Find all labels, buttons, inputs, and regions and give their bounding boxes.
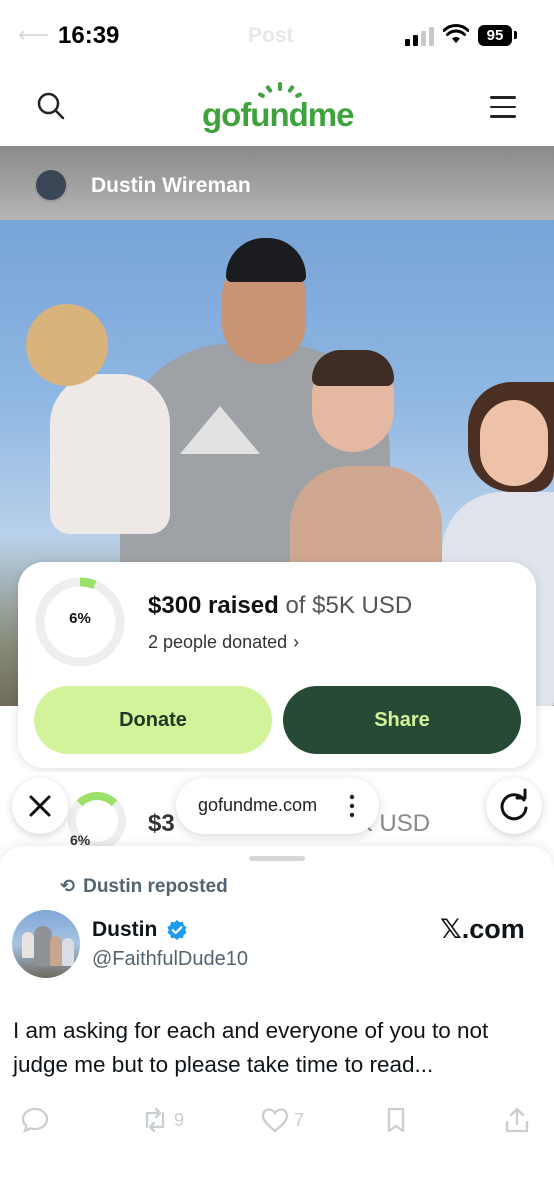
repost-label: ⟲ Dustin reposted	[60, 876, 228, 898]
like-count: 7	[294, 1109, 305, 1130]
organizer-bar[interactable]: Dustin Wireman	[0, 146, 554, 220]
retweet-button[interactable]: 9	[140, 1104, 184, 1136]
share-post-button[interactable]	[502, 1104, 532, 1136]
raised-goal: of $5K USD	[285, 592, 413, 619]
photo-figure	[50, 374, 170, 534]
like-icon	[261, 1108, 289, 1133]
photo-figure	[480, 400, 548, 486]
raised-summary: $300 raised of $5K USD	[148, 592, 412, 620]
raised-amount-ghost: $3	[148, 810, 175, 837]
donation-card: 6% $300 raised of $5K USD 2 people donat…	[18, 562, 536, 768]
retweet-icon	[145, 1107, 165, 1133]
battery-icon: 95	[478, 25, 512, 46]
x-post-sheet: ⟲ Dustin reposted Dustin @FaithfulDude10 …	[0, 846, 554, 1200]
search-icon[interactable]	[36, 91, 66, 121]
raised-amount: $300 raised	[148, 592, 279, 619]
repost-text: Dustin reposted	[83, 876, 228, 897]
more-icon[interactable]	[348, 792, 356, 820]
share-icon	[505, 1107, 529, 1133]
avatar-figure	[50, 936, 62, 966]
signal-icon	[405, 27, 434, 46]
retweet-icon: ⟲	[60, 876, 76, 896]
wifi-icon	[443, 24, 469, 43]
organizer-name[interactable]: Dustin Wireman	[91, 174, 251, 198]
battery-tip	[514, 31, 517, 39]
avatar-figure	[62, 938, 74, 966]
donate-button[interactable]: Donate	[34, 686, 272, 754]
progress-percent: 6%	[69, 610, 91, 627]
donors-link[interactable]: 2 people donated ›	[148, 632, 299, 653]
donors-count: 2 people donated	[148, 632, 288, 652]
status-time: 16:39	[58, 22, 120, 49]
bookmark-icon	[387, 1107, 405, 1133]
avatar-figure	[22, 932, 34, 958]
chevron-right-icon: ›	[293, 632, 300, 652]
reply-button[interactable]	[20, 1104, 50, 1136]
gofundme-header: gofundme	[0, 72, 554, 146]
retweet-count: 9	[174, 1109, 185, 1130]
photo-figure	[26, 304, 108, 386]
photo-detail	[226, 238, 306, 282]
author-handle[interactable]: @FaithfulDude10	[92, 948, 248, 971]
like-button[interactable]: 7	[260, 1104, 304, 1136]
logo-text: gofundme	[202, 96, 354, 133]
close-icon	[29, 795, 51, 817]
reload-button[interactable]	[486, 778, 542, 834]
photo-detail	[312, 350, 394, 386]
reply-icon	[21, 1107, 49, 1134]
close-button[interactable]	[12, 778, 68, 834]
url-text: gofundme.com	[198, 795, 318, 815]
post-text[interactable]: I am asking for each and everyone of you…	[13, 1014, 543, 1082]
bookmark-button[interactable]	[381, 1104, 411, 1136]
reload-icon	[500, 788, 528, 821]
post-actions: 9 7	[0, 1100, 554, 1140]
x-site-link[interactable]: 𝕏.com	[440, 914, 525, 945]
verified-icon	[167, 920, 187, 940]
author-name[interactable]: Dustin	[92, 918, 157, 942]
author-avatar[interactable]	[12, 910, 80, 978]
back-arrow-icon: ⟵	[18, 22, 50, 47]
organizer-avatar[interactable]	[34, 168, 68, 202]
sheet-grabber[interactable]	[249, 856, 305, 861]
share-button[interactable]: Share	[283, 686, 521, 754]
background-page-title: Post	[248, 24, 294, 47]
status-bar: ⟵ 16:39 Post 95	[0, 0, 554, 72]
url-pill[interactable]: gofundme.com	[176, 778, 379, 834]
menu-icon[interactable]	[490, 96, 516, 118]
gofundme-logo[interactable]: gofundme	[202, 82, 354, 138]
